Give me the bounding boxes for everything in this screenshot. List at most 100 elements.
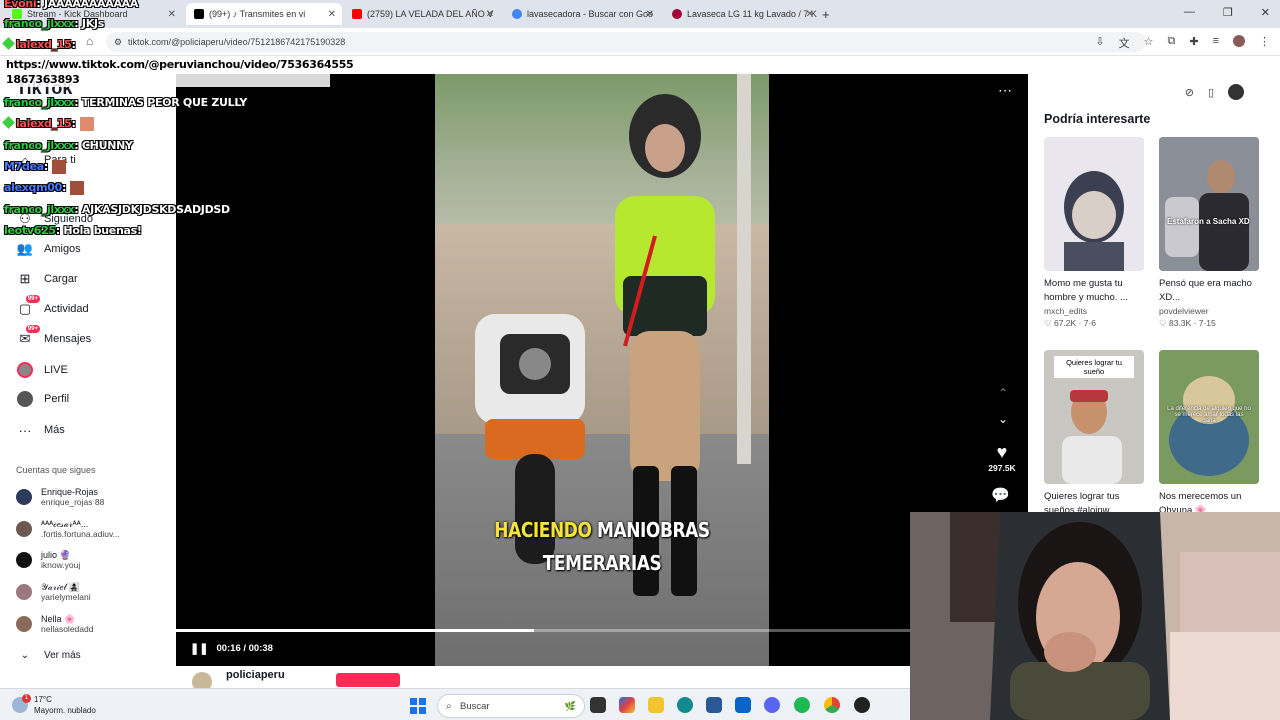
tab-youtube[interactable]: (2759) LA VELADA DEL AÑO V ✕ <box>344 3 500 25</box>
video-card[interactable]: La diferencia de alguien que no se merec… <box>1159 350 1259 518</box>
avatar <box>16 489 32 505</box>
sidebar-item-mensajes[interactable]: ✉ 99+ Mensajes <box>16 325 91 351</box>
search-icon: ⌕ <box>446 700 452 712</box>
follow-button[interactable] <box>336 673 400 687</box>
puzzle-icon[interactable]: ✚ <box>1189 35 1198 51</box>
new-tab-button[interactable]: + <box>822 3 842 25</box>
window-controls: — ❐ ✕ <box>1184 6 1270 19</box>
close-icon[interactable]: ✕ <box>486 9 494 20</box>
maximize-icon[interactable]: ❐ <box>1223 6 1233 19</box>
store-icon[interactable] <box>706 697 722 713</box>
following-account[interactable]: 𝒴𝒶𝓇𝒾𝑒𝓁 👩‍👧‍👦 yarielymelani <box>16 579 91 605</box>
video-frame[interactable]: HACIENDO MANIOBRAS TEMERARIAS <box>435 74 769 666</box>
minimize-icon[interactable]: — <box>1184 6 1195 19</box>
notification-badge: 99+ <box>25 325 40 333</box>
spotify-icon[interactable] <box>794 697 810 713</box>
following-account[interactable]: Nella 🌸 nellasoledadd <box>16 611 93 637</box>
weather-widget[interactable]: 1 17°C Mayorm. nublado <box>12 694 96 716</box>
sidebar-item-label: Cargar <box>44 273 78 285</box>
progress-fill <box>176 629 534 632</box>
chrome-icon[interactable] <box>824 697 840 713</box>
progress-bar[interactable] <box>176 629 1028 632</box>
tiktok-logo[interactable]: TikTok <box>16 78 72 99</box>
video-thumbnail[interactable] <box>1044 137 1144 271</box>
discord-icon[interactable] <box>764 697 780 713</box>
card-title: Momo me gusta tu hombre y mucho. ... <box>1044 278 1128 303</box>
install-icon[interactable]: ⇩ <box>1095 35 1104 51</box>
url-input[interactable]: ⚙ tiktok.com/@policiaperu/video/75121867… <box>106 32 1146 52</box>
menu-icon[interactable]: ⋮ <box>1259 35 1270 51</box>
file-explorer-icon[interactable] <box>648 697 664 713</box>
video-thumbnail[interactable]: Estafaron a Sacha XD <box>1159 137 1259 271</box>
device-icon[interactable]: ▯ <box>1208 86 1214 99</box>
messages-icon: ✉ 99+ <box>19 325 40 346</box>
more-options-icon[interactable]: ⋯ <box>998 82 1012 99</box>
weather-icon: 1 <box>12 694 31 713</box>
task-view-icon[interactable] <box>590 697 606 713</box>
close-icon[interactable]: ✕ <box>806 9 814 20</box>
taskbar-search[interactable]: ⌕ Buscar 🌿 <box>437 694 585 718</box>
live-icon <box>16 361 34 379</box>
tab-kick-dashboard[interactable]: Stream - Kick Dashboard ✕ <box>4 3 182 25</box>
toolbar-icons: ⇩ 文 ☆ ⧉ ✚ ≡ ⋮ <box>1095 35 1270 51</box>
following-account[interactable]: Enrique-Rojas enrique_rojas 88 <box>16 484 104 510</box>
video-card[interactable]: Quieres lograr tu sueño Quieres lograr t… <box>1044 350 1144 518</box>
translate-icon[interactable]: 文 <box>1119 35 1130 51</box>
account-name: julio 🔮 <box>41 550 71 560</box>
copilot-icon[interactable] <box>619 697 635 713</box>
video-thumbnail[interactable]: La diferencia de alguien que no se merec… <box>1159 350 1259 484</box>
tab-lg-product[interactable]: Lavaseca LG 11 kg Lavado / 7 K ✕ <box>664 3 820 25</box>
following-account[interactable]: ᴬᴬᴬ𝒸𝑒𝓈𝒶𝓇ᴬᴬ... .fortis.fortuna.adiuv... <box>16 516 120 542</box>
see-more-link[interactable]: ⌄ Ver más <box>16 643 81 667</box>
chevron-up-icon[interactable]: ⌃ <box>998 386 1008 400</box>
avatar[interactable] <box>1228 84 1244 100</box>
account-handle: yarielymelani <box>41 592 91 602</box>
author-name[interactable]: policiaperu <box>226 669 285 681</box>
close-window-icon[interactable]: ✕ <box>1261 6 1270 19</box>
sidebar-item-actividad[interactable]: ▢ 99+ Actividad <box>16 295 89 321</box>
comment-icon[interactable]: 💬 <box>991 486 1010 504</box>
recommendations-title: Podría interesarte <box>1044 112 1151 126</box>
tab-google-search[interactable]: lavasecadora - Buscar con Goo ✕ <box>504 3 660 25</box>
obs-icon[interactable] <box>854 697 870 713</box>
tab-tiktok[interactable]: (99+) ♪ Transmites en vi ✕ <box>186 3 342 25</box>
sidebar-item-para-ti[interactable]: ⌂ Para ti <box>16 148 76 172</box>
sidebar-item-perfil[interactable]: Perfil <box>16 387 69 411</box>
upload-icon: ⊞ <box>19 271 31 286</box>
account-handle: .fortis.fortuna.adiuv... <box>41 529 120 539</box>
sidebar-item-amigos[interactable]: 👥 Amigos <box>16 237 81 261</box>
sidebar-item-cargar[interactable]: ⊞ Cargar <box>16 267 78 291</box>
video-card[interactable]: Estafaron a Sacha XD Pensó que era macho… <box>1159 137 1259 329</box>
edge-icon[interactable] <box>677 697 693 713</box>
close-icon[interactable]: ✕ <box>646 9 654 20</box>
tab-label: (2759) LA VELADA DEL AÑO V <box>367 9 494 19</box>
compass-icon[interactable]: ⊘ <box>1185 86 1194 99</box>
webcam-image <box>910 512 1280 720</box>
thumbnail-text: La diferencia de alguien que no se merec… <box>1167 406 1251 424</box>
pause-icon[interactable]: ❚❚ <box>190 642 208 655</box>
heart-icon: ♥ <box>996 442 1008 462</box>
bookmark-star-icon[interactable]: ☆ <box>1144 35 1154 51</box>
close-icon[interactable]: ✕ <box>328 9 336 20</box>
outlook-icon[interactable] <box>735 697 751 713</box>
windows-start-icon[interactable] <box>410 698 426 714</box>
home-icon[interactable]: ⌂ <box>86 34 93 48</box>
sidebar-item-siguiendo[interactable]: ⚇ Siguiendo <box>16 207 93 231</box>
like-button[interactable]: ♥ 297.5K <box>986 442 1018 473</box>
sidebar-item-live[interactable]: LIVE <box>16 358 68 382</box>
media-icon[interactable]: ≡ <box>1213 35 1219 51</box>
chevron-down-icon[interactable]: ⌄ <box>998 412 1008 426</box>
close-icon[interactable]: ✕ <box>168 9 176 20</box>
following-account[interactable]: julio 🔮 iknow.youj <box>16 547 80 573</box>
recommendations-panel: ⊘ ▯ Podría interesarte Momo me gusta tu … <box>1028 74 1280 516</box>
site-info-icon[interactable]: ⚙ <box>114 37 122 48</box>
account-name: Enrique-Rojas <box>41 487 99 497</box>
video-thumbnail[interactable]: Quieres lograr tu sueño <box>1044 350 1144 484</box>
weather-desc: Mayorm. nublado <box>34 706 96 715</box>
card-title: Pensó que era macho XD... <box>1159 278 1252 303</box>
profile-avatar[interactable] <box>1233 35 1245 47</box>
video-player[interactable]: HACIENDO MANIOBRAS TEMERARIAS ⋯ ⌃ ⌄ ♥ 29… <box>176 74 1028 666</box>
video-card[interactable]: Momo me gusta tu hombre y mucho. ... mxc… <box>1044 137 1144 329</box>
extensions-icon[interactable]: ⧉ <box>1168 35 1176 51</box>
sidebar-item-mas[interactable]: ··· Más <box>16 418 65 442</box>
